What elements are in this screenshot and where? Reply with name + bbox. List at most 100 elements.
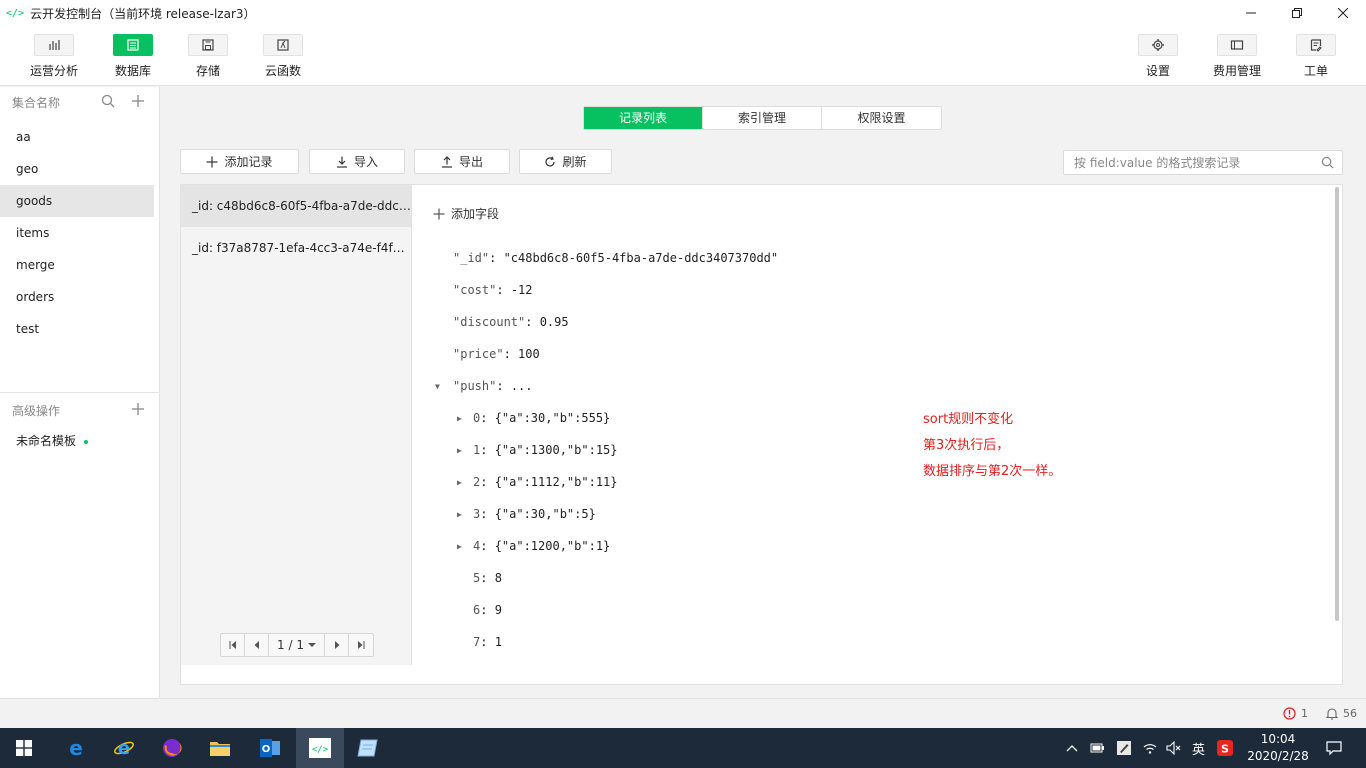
array-item-row[interactable]: 3: {"a":30,"b":5} [473, 507, 596, 521]
add-collection-icon[interactable] [131, 94, 145, 108]
volume-muted-icon[interactable] [1166, 741, 1182, 755]
clock-time: 10:04 [1260, 732, 1296, 746]
action-center-button[interactable] [1310, 728, 1358, 768]
prev-page-button[interactable] [245, 634, 269, 656]
main-toolbar: 运营分析 数据库 存储 云函数 设置 费用管理 工单 [0, 26, 1366, 86]
taskbar-edge[interactable]: e [52, 728, 100, 768]
next-page-button[interactable] [325, 634, 349, 656]
collection-item-test[interactable]: test [0, 313, 154, 345]
expand-caret-icon[interactable]: ▶ [457, 446, 462, 455]
collapse-caret-icon[interactable]: ▼ [435, 382, 440, 391]
field-row[interactable]: "_id": "c48bd6c8-60f5-4fba-a7de-ddc34073… [453, 251, 778, 265]
toolbar-ticket-button[interactable]: 工单 [1286, 34, 1346, 79]
collection-item-merge[interactable]: merge [0, 249, 154, 281]
array-item-row[interactable]: 6: 9 [473, 603, 502, 617]
array-item-row[interactable]: 0: {"a":30,"b":555} [473, 411, 610, 425]
import-button[interactable]: 导入 [309, 149, 405, 174]
array-value: {"a":1200,"b":1} [494, 539, 611, 553]
add-template-icon[interactable] [131, 402, 145, 416]
chevron-up-icon[interactable] [1066, 744, 1078, 752]
array-item-row[interactable]: 1: {"a":1300,"b":15} [473, 443, 618, 457]
taskbar-clock[interactable]: 10:04 2020/2/28 [1238, 731, 1318, 765]
battery-icon[interactable] [1090, 742, 1106, 754]
array-item-row[interactable]: 2: {"a":1112,"b":11} [473, 475, 618, 489]
field-row[interactable]: "cost": -12 [453, 283, 533, 297]
storage-icon [202, 39, 214, 51]
notification-indicator[interactable]: 56 [1326, 707, 1357, 720]
upload-icon [441, 155, 452, 168]
record-item[interactable]: _id: c48bd6c8-60f5-4fba-a7de-ddc3407370d… [181, 185, 411, 227]
annotation-line: sort规则不变化 [923, 412, 1014, 427]
field-row[interactable]: "discount": 0.95 [453, 315, 569, 329]
taskbar-devtools[interactable]: </> [296, 728, 344, 768]
last-page-button[interactable] [349, 634, 373, 656]
first-page-button[interactable] [221, 634, 245, 656]
array-value: 8 [494, 571, 502, 585]
array-item-row[interactable]: 5: 8 [473, 571, 502, 585]
error-indicator[interactable]: 1 [1283, 707, 1308, 720]
record-item[interactable]: _id: f37a8787-1efa-4cc3-a74e-f4fa... [181, 227, 411, 269]
record-search-input[interactable] [1074, 151, 1314, 174]
collection-item-items[interactable]: items [0, 217, 154, 249]
array-index: 0 [473, 411, 481, 425]
input-language[interactable]: 英 [1192, 739, 1205, 758]
page-select[interactable]: 1 / 1 [269, 634, 325, 656]
taskbar-ie[interactable]: e [100, 728, 148, 768]
start-button[interactable] [0, 728, 48, 768]
expand-caret-icon[interactable]: ▶ [457, 478, 462, 487]
annotation-line: 第3次执行后， [923, 438, 1010, 453]
template-item[interactable]: 未命名模板 [0, 423, 159, 459]
collection-header-label: 集合名称 [12, 95, 61, 110]
toolbar-storage-button[interactable]: 存储 [178, 34, 238, 79]
add-record-button[interactable]: 添加记录 [180, 149, 299, 174]
minimize-button[interactable] [1228, 0, 1274, 26]
expand-caret-icon[interactable]: ▶ [457, 414, 462, 423]
collection-item-orders[interactable]: orders [0, 281, 154, 313]
page-label: 1 / 1 [277, 638, 304, 652]
toolbar-label: 费用管理 [1212, 64, 1261, 78]
restore-button[interactable] [1274, 0, 1320, 26]
tab-indexes[interactable]: 索引管理 [703, 107, 822, 129]
field-row[interactable]: "price": 100 [453, 347, 540, 361]
advanced-header-label: 高级操作 [12, 403, 61, 418]
tab-records[interactable]: 记录列表 [584, 107, 703, 129]
wechat-devtools-icon: </> [309, 738, 331, 758]
toolbar-settings-button[interactable]: 设置 [1128, 34, 1188, 79]
tab-permissions[interactable]: 权限设置 [822, 107, 941, 129]
export-button[interactable]: 导出 [414, 149, 510, 174]
taskbar-outlook[interactable]: O [246, 728, 294, 768]
svg-text:O: O [262, 744, 271, 755]
collection-item-goods[interactable]: goods [0, 185, 154, 217]
close-window-button[interactable] [1320, 0, 1366, 26]
taskbar-file-explorer[interactable] [196, 728, 244, 768]
annotation-line: 数据排序与第2次一样。 [923, 464, 1062, 479]
array-value: {"a":30,"b":5} [494, 507, 596, 521]
pen-tray-icon[interactable] [1116, 740, 1132, 756]
toolbar-functions-button[interactable]: 云函数 [253, 34, 313, 79]
field-value: ... [510, 379, 533, 393]
field-row[interactable]: "push": ... [453, 379, 533, 393]
array-value: {"a":1300,"b":15} [494, 443, 618, 457]
sogou-ime-icon[interactable]: S [1217, 740, 1234, 756]
array-item-row[interactable]: 4: {"a":1200,"b":1} [473, 539, 610, 553]
taskbar-notepad[interactable] [344, 728, 392, 768]
search-icon[interactable] [101, 94, 115, 108]
collection-item-aa[interactable]: aa [0, 121, 154, 153]
wifi-icon[interactable] [1142, 741, 1158, 755]
expand-caret-icon[interactable]: ▶ [457, 510, 462, 519]
collection-item-geo[interactable]: geo [0, 153, 154, 185]
add-field-button[interactable]: 添加字段 [433, 205, 499, 222]
toolbar-analytics-button[interactable]: 运营分析 [24, 34, 84, 79]
detail-scrollbar[interactable] [1335, 187, 1339, 621]
error-count: 1 [1301, 707, 1308, 720]
taskbar-firefox[interactable] [148, 728, 196, 768]
search-icon[interactable] [1321, 156, 1334, 169]
chart-icon [49, 40, 60, 50]
expand-caret-icon[interactable]: ▶ [457, 542, 462, 551]
refresh-button[interactable]: 刷新 [519, 149, 612, 174]
close-icon [1338, 8, 1348, 18]
toolbar-billing-button[interactable]: 费用管理 [1207, 34, 1267, 79]
refresh-label: 刷新 [562, 155, 587, 169]
toolbar-database-button[interactable]: 数据库 [103, 34, 163, 79]
array-item-row[interactable]: 7: 1 [473, 635, 502, 649]
